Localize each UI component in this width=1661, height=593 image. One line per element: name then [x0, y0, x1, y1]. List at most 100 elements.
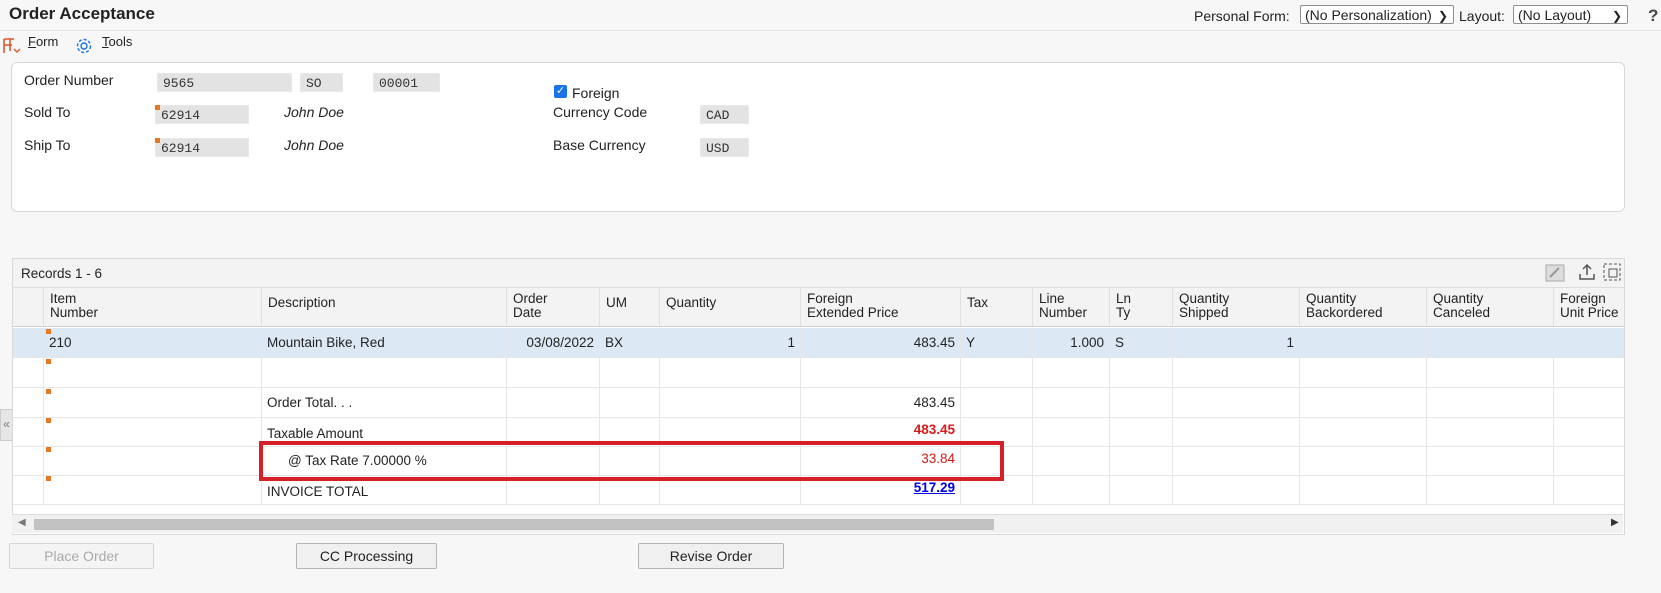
- col-description[interactable]: Description: [262, 288, 507, 327]
- cell-description[interactable]: Order Total. . .: [262, 388, 507, 417]
- layout-select[interactable]: (No Layout) ❯: [1513, 5, 1628, 24]
- cell-qty-canceled[interactable]: [1427, 358, 1554, 387]
- cell-tax[interactable]: Y: [961, 328, 1033, 357]
- order-type-field[interactable]: SO: [300, 73, 343, 92]
- cell-line-number[interactable]: [1033, 358, 1110, 387]
- col-quantity-backordered[interactable]: Quantity Backordered: [1300, 288, 1427, 327]
- cell-qty-backordered[interactable]: [1300, 388, 1427, 417]
- invoice-total-link[interactable]: 517.29: [914, 480, 955, 495]
- cell-description[interactable]: Mountain Bike, Red: [262, 328, 507, 357]
- currency-code-field[interactable]: CAD: [700, 105, 749, 124]
- cell-extended-price[interactable]: [801, 358, 961, 387]
- cell-line-number[interactable]: [1033, 475, 1110, 504]
- cell-unit-price[interactable]: [1554, 446, 1624, 475]
- base-currency-field[interactable]: USD: [700, 138, 749, 157]
- horizontal-scrollbar[interactable]: ◀ ▶: [12, 514, 1623, 533]
- cell-item-number[interactable]: 210: [44, 328, 262, 357]
- row-selector[interactable]: [13, 417, 44, 446]
- cell-um[interactable]: BX: [600, 328, 660, 357]
- table-row[interactable]: Order Total. . . 483.45: [13, 388, 1624, 418]
- cell-ln-ty[interactable]: [1110, 417, 1173, 446]
- cell-um[interactable]: [600, 388, 660, 417]
- cell-unit-price[interactable]: [1554, 388, 1624, 417]
- cell-qty-backordered[interactable]: [1300, 446, 1427, 475]
- cell-line-number[interactable]: 1.000: [1033, 328, 1110, 357]
- maximize-icon[interactable]: [1602, 262, 1622, 285]
- col-quantity-canceled[interactable]: Quantity Canceled: [1427, 288, 1554, 327]
- col-quantity[interactable]: Quantity: [660, 288, 801, 327]
- cell-qty-shipped[interactable]: [1173, 475, 1300, 504]
- cell-order-date[interactable]: [507, 388, 600, 417]
- order-company-field[interactable]: 00001: [373, 73, 440, 92]
- cell-qty-canceled[interactable]: [1427, 475, 1554, 504]
- cell-qty-backordered[interactable]: [1300, 328, 1427, 357]
- cell-qty-canceled[interactable]: [1427, 328, 1554, 357]
- cell-item-number[interactable]: [44, 388, 262, 417]
- order-number-field[interactable]: 9565: [157, 73, 292, 92]
- table-row[interactable]: 210 Mountain Bike, Red 03/08/2022 BX 1 4…: [13, 328, 1624, 358]
- cell-quantity[interactable]: 1: [660, 328, 801, 357]
- cell-qty-shipped[interactable]: 1: [1173, 328, 1300, 357]
- col-um[interactable]: UM: [600, 288, 660, 327]
- cell-tax[interactable]: [961, 358, 1033, 387]
- col-order-date[interactable]: Order Date: [507, 288, 600, 327]
- cell-tax[interactable]: [961, 388, 1033, 417]
- col-ln-ty[interactable]: Ln Ty: [1110, 288, 1173, 327]
- scroll-thumb[interactable]: [34, 519, 994, 530]
- edit-disabled-icon[interactable]: [1545, 264, 1565, 285]
- row-selector[interactable]: [13, 328, 44, 357]
- row-selector[interactable]: [13, 446, 44, 475]
- cell-line-number[interactable]: [1033, 417, 1110, 446]
- cell-order-date[interactable]: [507, 358, 600, 387]
- cell-qty-backordered[interactable]: [1300, 358, 1427, 387]
- cell-item-number[interactable]: [44, 446, 262, 475]
- cell-ln-ty[interactable]: [1110, 475, 1173, 504]
- cell-item-number[interactable]: [44, 417, 262, 446]
- cell-qty-shipped[interactable]: [1173, 358, 1300, 387]
- cell-ln-ty[interactable]: [1110, 446, 1173, 475]
- cell-qty-shipped[interactable]: [1173, 388, 1300, 417]
- cell-qty-canceled[interactable]: [1427, 388, 1554, 417]
- cell-extended-price[interactable]: 483.45: [801, 388, 961, 417]
- row-selector[interactable]: [13, 388, 44, 417]
- export-icon[interactable]: [1577, 262, 1597, 285]
- scroll-right-icon[interactable]: ▶: [1611, 517, 1619, 528]
- col-foreign-unit-price[interactable]: Foreign Unit Price: [1554, 288, 1624, 327]
- cell-ln-ty[interactable]: [1110, 388, 1173, 417]
- col-item-number[interactable]: Item Number: [44, 288, 262, 327]
- col-line-number[interactable]: Line Number: [1033, 288, 1110, 327]
- col-foreign-extended-price[interactable]: Foreign Extended Price: [801, 288, 961, 327]
- cell-quantity[interactable]: [660, 388, 801, 417]
- tools-menu[interactable]: Tools: [102, 34, 132, 49]
- cell-ln-ty[interactable]: S: [1110, 328, 1173, 357]
- cell-quantity[interactable]: [660, 358, 801, 387]
- cell-unit-price[interactable]: [1554, 417, 1624, 446]
- cell-item-number[interactable]: [44, 358, 262, 387]
- sold-to-field[interactable]: 62914: [155, 105, 249, 124]
- cell-extended-price[interactable]: 483.45: [801, 328, 961, 357]
- col-quantity-shipped[interactable]: Quantity Shipped: [1173, 288, 1300, 327]
- cell-um[interactable]: [600, 358, 660, 387]
- cell-item-number[interactable]: [44, 475, 262, 504]
- cell-line-number[interactable]: [1033, 446, 1110, 475]
- foreign-checkbox[interactable]: ✓: [554, 85, 567, 98]
- cc-processing-button[interactable]: CC Processing: [296, 543, 437, 569]
- cell-unit-price[interactable]: [1554, 358, 1624, 387]
- cell-qty-backordered[interactable]: [1300, 417, 1427, 446]
- cell-line-number[interactable]: [1033, 388, 1110, 417]
- cell-ln-ty[interactable]: [1110, 358, 1173, 387]
- table-row[interactable]: [13, 358, 1624, 388]
- row-selector[interactable]: [13, 475, 44, 504]
- help-icon[interactable]: ?: [1648, 6, 1658, 26]
- cell-qty-shipped[interactable]: [1173, 417, 1300, 446]
- cell-qty-canceled[interactable]: [1427, 446, 1554, 475]
- cell-order-date[interactable]: 03/08/2022: [507, 328, 600, 357]
- place-order-button[interactable]: Place Order: [9, 543, 154, 569]
- scroll-left-icon[interactable]: ◀: [18, 517, 26, 528]
- cell-unit-price[interactable]: [1554, 328, 1624, 357]
- form-menu[interactable]: Form: [28, 34, 58, 49]
- row-selector[interactable]: [13, 358, 44, 387]
- cell-unit-price[interactable]: [1554, 475, 1624, 504]
- cell-qty-backordered[interactable]: [1300, 475, 1427, 504]
- cell-qty-canceled[interactable]: [1427, 417, 1554, 446]
